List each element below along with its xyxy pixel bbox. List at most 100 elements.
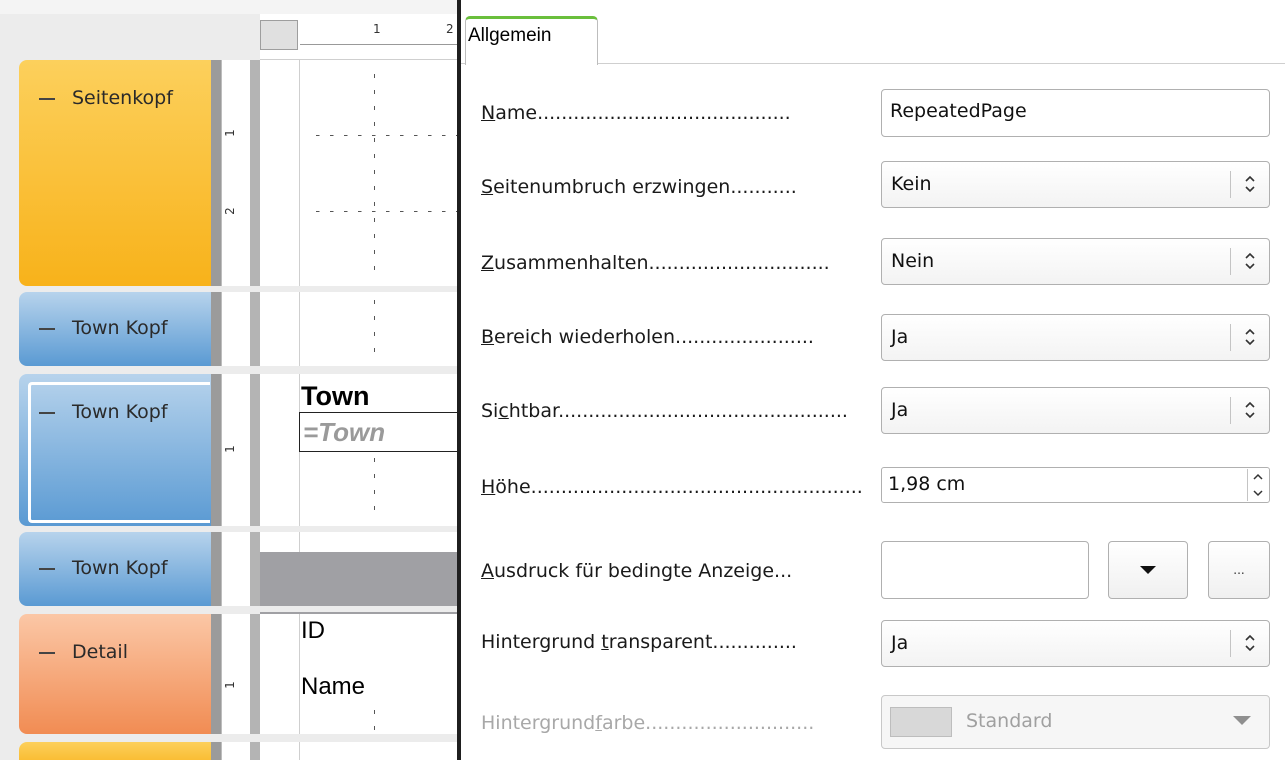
grid-dots [374,300,375,360]
ruler-number: 2 [446,22,454,36]
conditional-expression-dropdown-button[interactable] [1108,541,1188,599]
updown-arrows-icon [1245,634,1255,652]
section-canvas-group-header-3[interactable] [299,532,457,552]
select-value: Ja [891,399,909,421]
ruler-number: 2 [222,207,237,215]
section-handle[interactable] [211,742,221,760]
report-designer: 1 2 Seitenkopf 1 2 Town Kopf Town Kopf 1… [0,0,457,760]
label-conditional-expression: Ausdruck für bedingte Anzeige... [481,560,793,582]
collapse-icon[interactable] [39,567,55,570]
select-separator [1230,397,1231,424]
force-page-break-select[interactable]: Kein [881,161,1270,208]
vertical-ruler: 1 [221,374,250,526]
color-value: Standard [966,710,1053,732]
section-canvas-page-header[interactable] [299,60,457,286]
section-page-footer[interactable] [19,742,211,760]
section-handle[interactable] [211,374,221,526]
report-label-name[interactable]: Name [301,673,365,701]
spin-buttons [1247,469,1267,501]
height-spinbox[interactable]: 1,98 cm [881,467,1270,503]
caret-down-icon [1233,716,1251,725]
vertical-ruler [221,292,250,366]
section-detail[interactable]: Detail [19,614,211,734]
section-edge [250,742,260,760]
section-margin [260,614,299,734]
label-background-color: Hintergrundfarbe........................… [481,712,815,734]
selection-frame [28,382,210,523]
label-repeat-section: Bereich wiederholen.....................… [481,326,814,348]
section-handle[interactable] [211,60,221,286]
ellipsis-icon: ... [1233,563,1245,577]
section-margin [260,60,299,286]
ruler-baseline [300,44,457,45]
section-edge [250,374,260,526]
section-edge [250,614,260,734]
repeat-section-select[interactable]: Ja [881,314,1270,361]
section-handle[interactable] [211,532,221,606]
section-group-header-3[interactable]: Town Kopf [19,532,211,606]
updown-arrows-icon [1245,175,1255,193]
section-page-header[interactable]: Seitenkopf [19,60,211,286]
section-label: Seitenkopf [39,87,173,109]
designer-top-band [0,0,457,14]
select-separator [1230,171,1231,198]
section-label: Town Kopf [39,317,168,339]
report-label-town[interactable]: Town [301,381,369,412]
tab-allgemein[interactable]: Allgemein [465,16,598,65]
updown-arrows-icon [1245,328,1255,346]
section-canvas-footer[interactable] [299,742,457,760]
section-edge [250,532,260,606]
label-background-transparent: Hintergrund transparent.............. [481,631,797,653]
select-value: Ja [891,632,909,654]
label-name: Name....................................… [481,102,791,124]
updown-arrows-icon [1245,401,1255,419]
ruler-corner [260,20,298,50]
select-value: Nein [891,250,935,272]
ruler-number: 1 [222,129,237,137]
spin-down-icon[interactable] [1248,485,1267,501]
spin-up-icon[interactable] [1248,469,1267,485]
conditional-expression-more-button[interactable]: ... [1208,541,1270,599]
section-handle[interactable] [211,292,221,366]
field-expression: =Town [303,417,386,447]
caret-down-icon [1140,566,1156,574]
select-value: Ja [891,326,909,348]
conditional-expression-input[interactable] [881,541,1089,599]
label-height: Höhe....................................… [481,476,863,498]
collapse-icon[interactable] [39,97,55,100]
background-color-select[interactable]: Standard [881,695,1270,749]
section-handle[interactable] [211,614,221,734]
ruler-number: 1 [373,22,381,36]
report-field-town[interactable]: =Town [299,412,457,452]
visible-select[interactable]: Ja [881,387,1270,434]
section-margin [260,292,299,366]
vertical-ruler [221,532,250,606]
collapse-icon[interactable] [39,651,55,654]
keep-together-select[interactable]: Nein [881,238,1270,285]
section-canvas-group-header-1[interactable] [299,292,457,366]
spin-value: 1,98 cm [888,473,966,495]
label-keep-together: Zusammenhalten..........................… [481,252,830,274]
grid-dots [374,458,375,520]
grid-dots [374,710,375,730]
section-group-header-1[interactable]: Town Kopf [19,292,211,366]
section-margin [260,532,299,552]
color-swatch [890,707,952,737]
section-edge [250,292,260,366]
vertical-ruler: 1 2 [221,60,250,286]
tab-bar: Allgemein [461,0,1285,65]
report-label-id[interactable]: ID [301,617,325,645]
section-label: Town Kopf [39,557,168,579]
section-edge [250,60,260,286]
section-margin [260,742,299,760]
select-separator [1230,324,1231,351]
vertical-ruler [221,742,250,760]
vertical-ruler: 1 [221,614,250,734]
label-force-page-break: Seitenumbruch erzwingen........... [481,176,797,198]
section-gap [221,606,457,612]
name-input[interactable]: RepeatedPage [881,89,1270,137]
select-separator [1230,630,1231,657]
collapse-icon[interactable] [39,327,55,330]
background-transparent-select[interactable]: Ja [881,620,1270,667]
grid-dots [374,74,375,280]
